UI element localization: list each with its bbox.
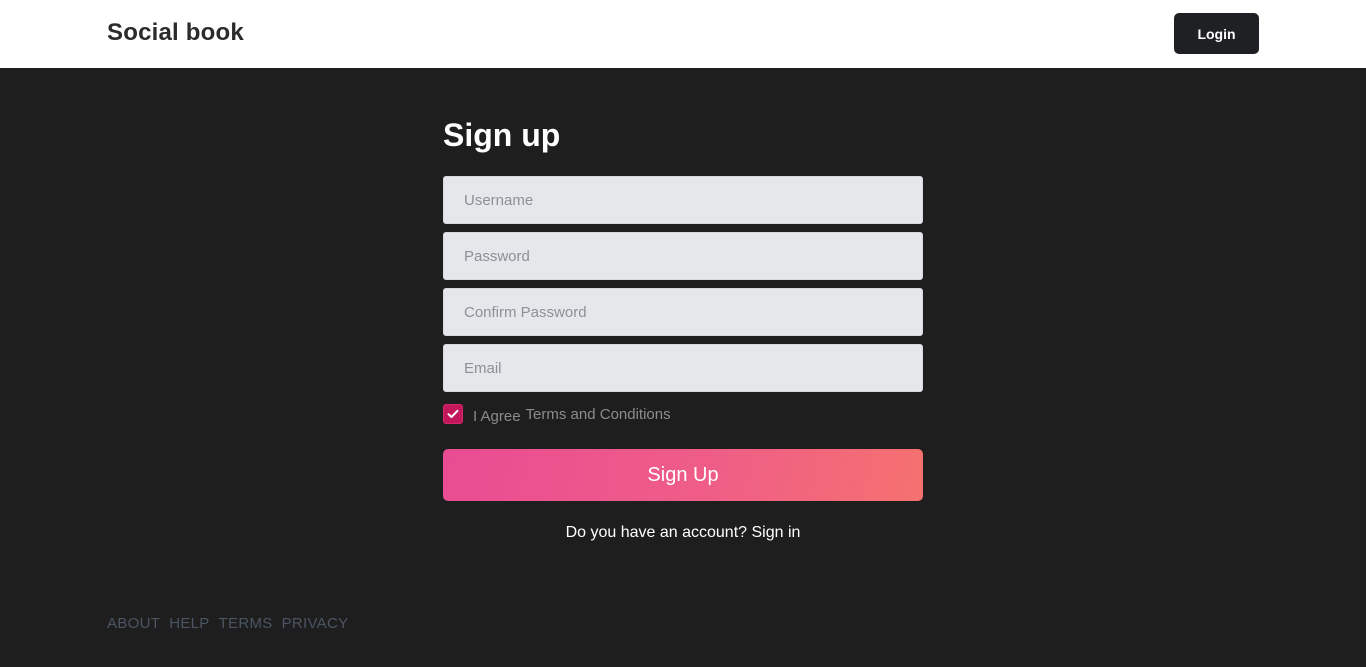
form-title: Sign up <box>443 117 561 153</box>
signin-row: Do you have an account? Sign in <box>443 524 923 542</box>
email-input[interactable] <box>443 344 923 392</box>
agree-row: I Agree Terms and Conditions <box>443 402 923 426</box>
form-fields <box>443 176 923 392</box>
signin-link[interactable]: Sign in <box>751 524 800 541</box>
login-button[interactable]: Login <box>1174 13 1259 54</box>
confirm-password-input[interactable] <box>443 288 923 336</box>
signup-form: Sign up I Agree Terms and Conditions Sig… <box>443 110 923 542</box>
sign-up-button[interactable]: Sign Up <box>443 449 923 501</box>
footer-link-terms[interactable]: TERMS <box>219 615 273 632</box>
password-input[interactable] <box>443 232 923 280</box>
signin-prompt: Do you have an account? <box>565 524 752 541</box>
check-icon <box>447 409 459 418</box>
footer-links: ABOUT HELP TERMS PRIVACY <box>107 615 348 632</box>
footer-link-help[interactable]: HELP <box>169 615 209 632</box>
agree-label: I Agree <box>473 407 521 425</box>
agree-checkbox[interactable] <box>443 404 463 424</box>
brand-logo[interactable]: Social book <box>107 19 244 47</box>
footer-link-privacy[interactable]: PRIVACY <box>282 615 349 632</box>
top-navbar: Social book Login <box>0 0 1366 68</box>
footer-link-about[interactable]: ABOUT <box>107 615 160 632</box>
terms-link[interactable]: Terms and Conditions <box>526 406 671 423</box>
username-input[interactable] <box>443 176 923 224</box>
